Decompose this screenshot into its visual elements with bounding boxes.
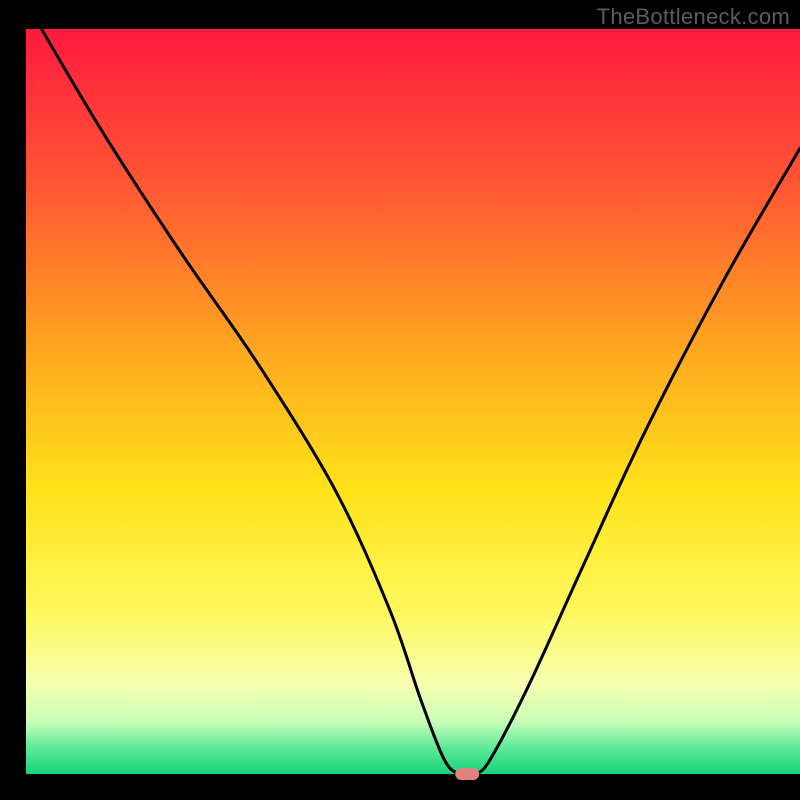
bottleneck-chart [0, 0, 800, 800]
plot-background [26, 29, 800, 774]
valley-marker [455, 768, 479, 780]
chart-stage: TheBottleneck.com [0, 0, 800, 800]
